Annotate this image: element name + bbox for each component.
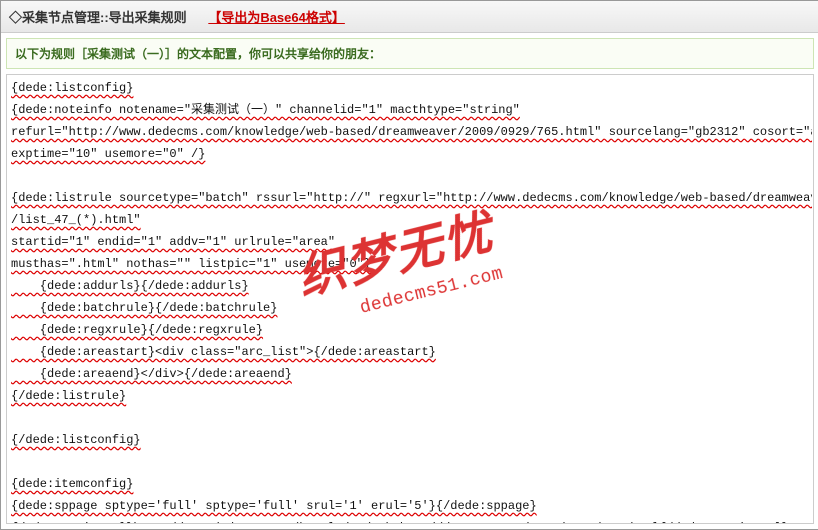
page-title: ◇采集节点管理::导出采集规则 xyxy=(9,10,187,25)
export-base64-link[interactable]: 【导出为Base64格式】 xyxy=(208,10,345,25)
header-bar: ◇采集节点管理::导出采集规则 【导出为Base64格式】 xyxy=(1,1,818,33)
subtitle-bar: 以下为规则［采集测试（一）］的文本配置，你可以共享给你的朋友： xyxy=(6,38,814,69)
config-box: 织梦无忧 dedecms51.com xyxy=(6,74,814,524)
config-textarea[interactable] xyxy=(7,75,812,524)
main-panel: ◇采集节点管理::导出采集规则 【导出为Base64格式】 以下为规则［采集测试… xyxy=(0,0,818,530)
